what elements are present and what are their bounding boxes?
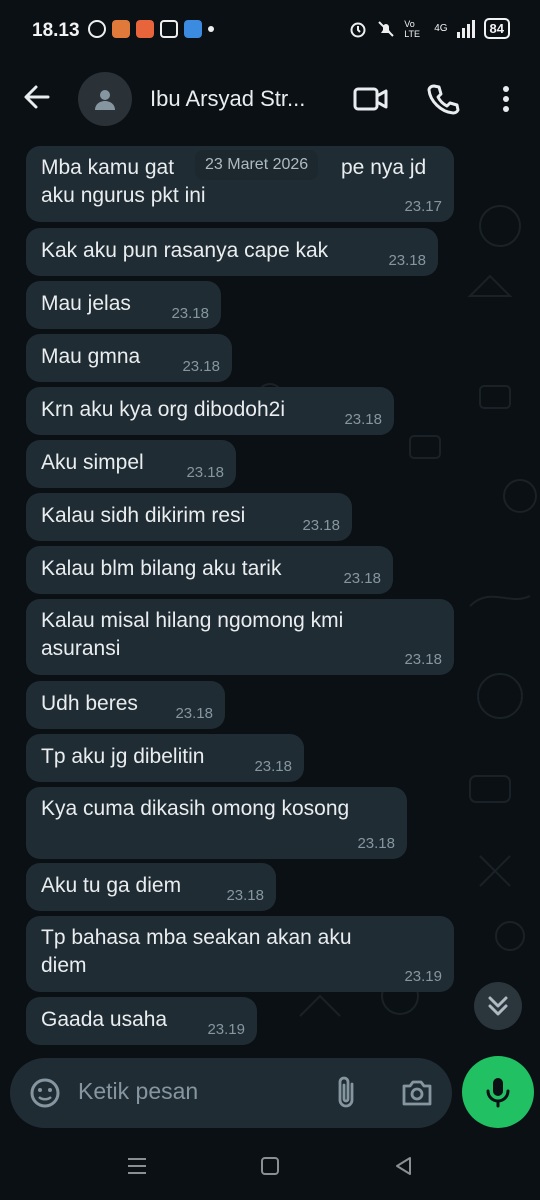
chat-area[interactable]: 23 Maret 2026 Mba kamu gat pe nya jd aku…	[0, 136, 540, 1056]
emoji-sticker-icon[interactable]	[28, 1076, 62, 1110]
message-bubble[interactable]: Kya cuma dikasih omong kosong 23.18	[26, 787, 407, 859]
camera-icon[interactable]	[400, 1076, 434, 1110]
message-text: diem	[41, 954, 87, 977]
message-time: 23.18	[357, 835, 395, 852]
message-bubble[interactable]: Kak aku pun rasanya cape kak 23.18	[26, 228, 438, 276]
back-nav-icon[interactable]	[394, 1156, 414, 1176]
back-arrow-icon[interactable]	[20, 80, 54, 114]
notification-icons	[88, 20, 214, 38]
attach-icon[interactable]	[332, 1074, 362, 1112]
message-bubble[interactable]: Mau gmna 23.18	[26, 334, 232, 382]
message-bubble[interactable]: Aku tu ga diem 23.18	[26, 863, 276, 911]
scroll-to-bottom-button[interactable]	[474, 982, 522, 1030]
voice-message-button[interactable]	[462, 1056, 534, 1128]
mute-icon	[378, 20, 394, 37]
message-text: asuransi	[41, 637, 121, 660]
message-text: Mau jelas	[41, 292, 131, 315]
message-time: 23.19	[207, 1021, 245, 1038]
message-text: Kalau sidh dikirim resi	[41, 504, 246, 527]
message-text: Mau gmna	[41, 345, 141, 368]
alarm-icon	[350, 22, 366, 37]
battery-indicator: 84	[483, 18, 510, 39]
message-time: 23.18	[388, 252, 426, 269]
network-label: 4G	[434, 23, 448, 34]
phone-call-icon[interactable]	[426, 82, 460, 116]
message-text: Kya cuma dikasih omong kosong	[41, 797, 350, 820]
message-time: 23.18	[186, 464, 224, 481]
message-time: 23.18	[226, 887, 264, 904]
message-text: Tp bahasa mba seakan akan aku	[41, 926, 352, 949]
message-time: 23.18	[404, 651, 442, 668]
message-time: 23.18	[171, 305, 209, 322]
message-text: Udh beres	[41, 692, 138, 715]
message-bubble[interactable]: Mau jelas 23.18	[26, 281, 221, 329]
dot-icon	[208, 26, 214, 32]
recent-apps-icon[interactable]	[126, 1156, 148, 1176]
microphone-icon	[486, 1078, 510, 1108]
message-bubble[interactable]: Aku simpel 23.18	[26, 440, 236, 488]
status-right: Vo LTE 4G 84	[348, 18, 510, 39]
home-icon[interactable]	[260, 1156, 280, 1176]
message-text: Kalau misal hilang ngomong kmi	[41, 609, 344, 632]
status-time: 18.13	[32, 20, 80, 41]
message-bubble[interactable]: Kalau blm bilang aku tarik 23.18	[26, 546, 393, 594]
message-bubble[interactable]: Tp bahasa mba seakan akan aku diem 23.19	[26, 916, 454, 992]
message-bubble[interactable]: Krn aku kya org dibodoh2i 23.18	[26, 387, 394, 435]
message-input[interactable]: Ketik pesan	[78, 1078, 198, 1105]
instagram-icon	[160, 20, 178, 38]
message-time: 23.18	[343, 570, 381, 587]
message-bubble[interactable]: Kalau misal hilang ngomong kmi asuransi …	[26, 599, 454, 675]
more-options-icon[interactable]	[496, 82, 516, 116]
message-text: Aku tu ga diem	[41, 874, 182, 897]
message-text: aku ngurus pkt ini	[41, 184, 206, 207]
message-composer: Ketik pesan	[10, 1058, 452, 1128]
avatar[interactable]	[78, 72, 132, 126]
message-text: Krn aku kya org dibodoh2i	[41, 398, 285, 421]
status-bar: 18.13 Vo LTE 4G 84	[0, 0, 540, 62]
message-time: 23.18	[254, 758, 292, 775]
person-icon	[95, 90, 115, 110]
message-text: Tp aku jg dibelitin	[41, 745, 205, 768]
contact-name[interactable]: Ibu Arsyad Str...	[150, 86, 305, 112]
message-text: Kalau blm bilang aku tarik	[41, 557, 282, 580]
app-icon	[136, 20, 154, 38]
volte-label: Vo LTE	[404, 18, 421, 39]
message-bubble[interactable]: Tp aku jg dibelitin 23.18	[26, 734, 304, 782]
message-text: Gaada usaha	[41, 1008, 168, 1031]
message-bubble[interactable]: Gaada usaha 23.19	[26, 997, 257, 1045]
message-time: 23.18	[344, 411, 382, 428]
double-chevron-down-icon	[488, 996, 508, 1016]
message-time: 23.18	[182, 358, 220, 375]
system-nav-bar	[0, 1134, 540, 1200]
whatsapp-icon	[88, 20, 106, 38]
message-time: 23.17	[404, 198, 442, 215]
message-text: Mba kamu gat	[41, 156, 175, 179]
date-chip: 23 Maret 2026	[195, 150, 319, 180]
message-time: 23.18	[175, 705, 213, 722]
chat-header: Ibu Arsyad Str...	[0, 62, 540, 136]
message-text: Aku simpel	[41, 451, 144, 474]
message-time: 23.18	[302, 517, 340, 534]
signal-icon	[456, 19, 475, 38]
app-icon	[112, 20, 130, 38]
message-time: 23.19	[404, 968, 442, 985]
message-text: pe nya jd	[341, 156, 427, 179]
message-bubble[interactable]: Kalau sidh dikirim resi 23.18	[26, 493, 352, 541]
weather-icon	[184, 20, 202, 38]
message-text: Kak aku pun rasanya cape kak	[41, 239, 329, 262]
message-bubble[interactable]: Udh beres 23.18	[26, 681, 225, 729]
video-call-icon[interactable]	[352, 82, 390, 116]
